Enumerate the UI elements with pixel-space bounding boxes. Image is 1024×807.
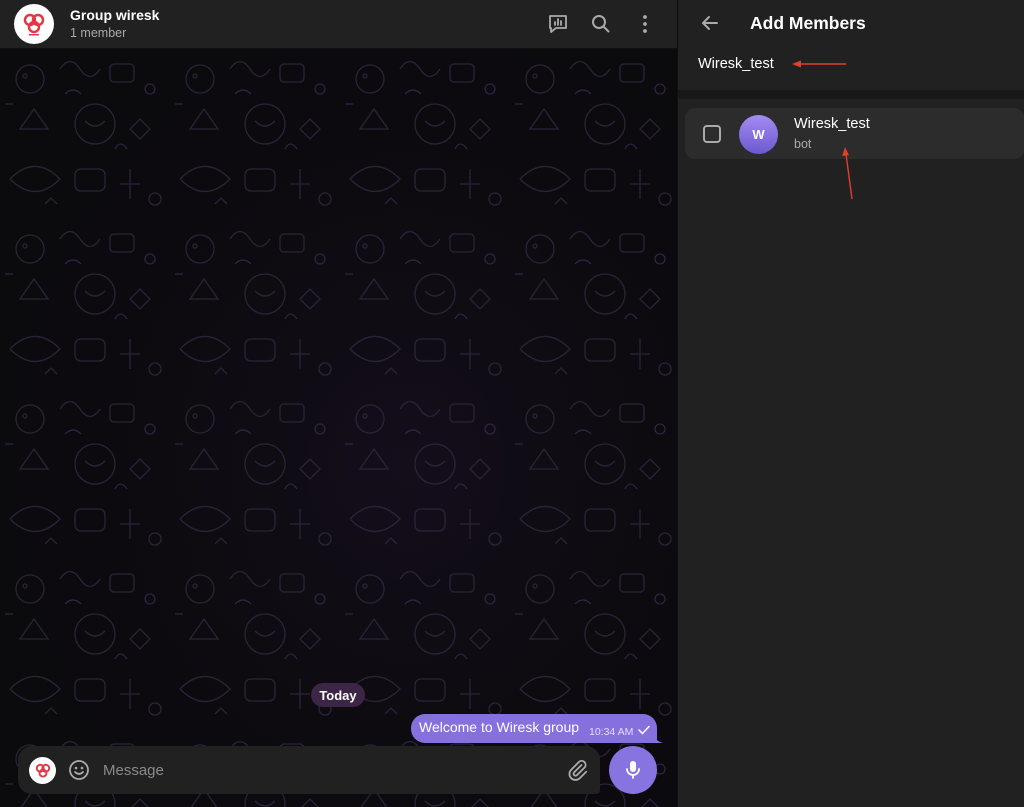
- message-time: 10:34 AM: [589, 726, 634, 738]
- chat-pane: Group wiresk 1 member Today Welcome to W…: [0, 0, 677, 807]
- date-chip: Today: [311, 683, 365, 707]
- member-name: Wiresk_test: [794, 116, 870, 132]
- member-avatar: W: [739, 115, 778, 154]
- member-result-row[interactable]: W Wiresk_test bot: [685, 108, 1024, 159]
- bubble-tail: [654, 734, 663, 743]
- send-as-avatar[interactable]: [29, 757, 56, 784]
- more-button[interactable]: [633, 12, 657, 36]
- microphone-icon: [626, 761, 640, 779]
- message-bubble[interactable]: Welcome to Wiresk group 10:34 AM: [411, 714, 657, 743]
- emoji-icon[interactable]: [67, 758, 91, 782]
- voice-record-button[interactable]: [609, 746, 657, 794]
- wiresk-logo-icon: [35, 763, 50, 778]
- back-arrow-icon[interactable]: [698, 11, 722, 35]
- add-members-header: Add Members: [678, 0, 1024, 90]
- message-input[interactable]: [103, 758, 543, 782]
- member-search-input[interactable]: [698, 54, 938, 74]
- message-text: Welcome to Wiresk group: [419, 719, 580, 735]
- sent-check-icon: [638, 725, 650, 735]
- chat-title[interactable]: Group wiresk: [70, 7, 159, 23]
- poll-icon: [549, 15, 567, 33]
- panel-separator: [678, 90, 1024, 99]
- member-count: 1 member: [70, 26, 127, 40]
- member-status: bot: [794, 137, 812, 151]
- add-members-panel: Add Members W Wiresk_test bot: [678, 0, 1024, 807]
- chat-header: Group wiresk 1 member: [0, 0, 677, 49]
- message-composer: [18, 746, 600, 794]
- panel-title: Add Members: [750, 13, 866, 33]
- wiresk-logo-icon: [23, 13, 45, 36]
- more-vertical-icon: [643, 15, 647, 33]
- group-avatar[interactable]: [14, 4, 54, 44]
- attach-icon[interactable]: [565, 758, 589, 782]
- poll-button[interactable]: [546, 12, 570, 36]
- search-button[interactable]: [589, 12, 613, 36]
- search-icon: [592, 15, 610, 33]
- member-checkbox[interactable]: [703, 125, 721, 143]
